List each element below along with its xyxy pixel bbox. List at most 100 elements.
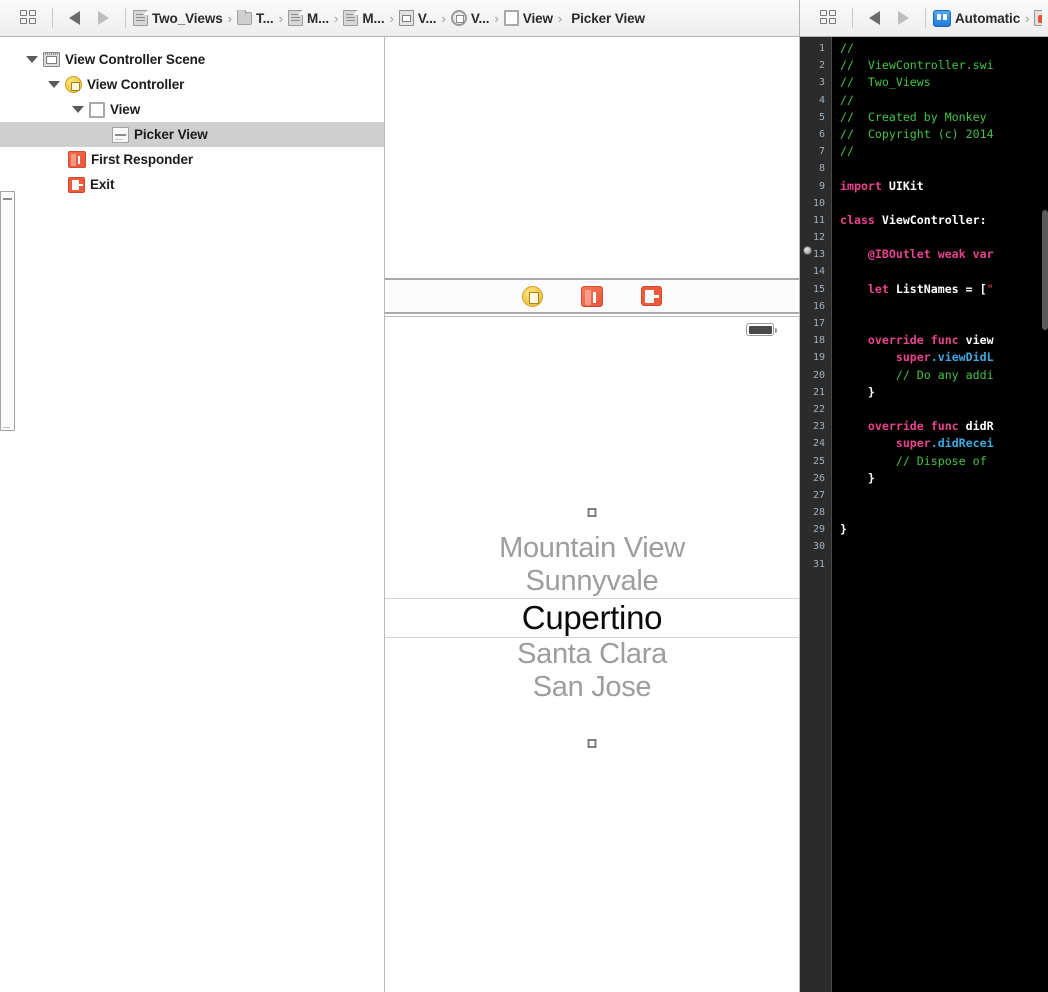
back-arrow-icon[interactable] xyxy=(869,11,880,25)
line-number: 27 xyxy=(812,489,825,501)
code-line[interactable]: // ViewController.swi xyxy=(840,57,1048,74)
disclosure-triangle-icon[interactable] xyxy=(72,106,84,113)
source-code-area[interactable]: // // ViewController.swi // Two_Views // // … xyxy=(832,37,1048,992)
forward-arrow-icon[interactable] xyxy=(98,11,109,25)
code-line[interactable] xyxy=(840,263,1048,280)
exit-icon[interactable] xyxy=(641,286,662,306)
breadcrumb-item-two-views[interactable]: Two_Views xyxy=(133,10,223,26)
jump-bar-editor[interactable]: Two_Views › T... › M... › M... › V... › … xyxy=(0,0,800,431)
breadcrumb-item-swift-file[interactable] xyxy=(1034,10,1042,26)
line-number: 2 xyxy=(818,60,825,72)
outline-item-view[interactable]: View xyxy=(0,97,384,122)
divider xyxy=(852,8,853,28)
breadcrumb: Automatic › xyxy=(933,9,1042,27)
line-number: 26 xyxy=(812,472,825,484)
code-line[interactable]: // Two_Views xyxy=(840,74,1048,91)
first-responder-icon[interactable] xyxy=(581,285,603,307)
breadcrumb-item-folder[interactable]: T... xyxy=(236,10,274,26)
code-line[interactable]: @IBOutlet weak var xyxy=(840,246,1048,263)
related-items-icon[interactable] xyxy=(820,10,837,26)
outline-item-first-responder[interactable]: First Responder xyxy=(0,147,384,172)
outline-item-exit[interactable]: Exit xyxy=(0,172,384,197)
picker-row[interactable]: San Jose xyxy=(385,671,799,704)
code-line[interactable]: // Created by Monkey xyxy=(840,109,1048,126)
code-line[interactable] xyxy=(840,229,1048,246)
code-token: // Dispose of xyxy=(840,453,994,468)
code-line[interactable]: super.didRecei xyxy=(840,435,1048,452)
line-number: 5 xyxy=(818,111,825,123)
code-line[interactable]: // Dispose of xyxy=(840,453,1048,470)
code-line[interactable]: class ViewController: xyxy=(840,212,1048,229)
code-line[interactable] xyxy=(840,195,1048,212)
code-editor[interactable]: 1 2 3 4 5 6 7 8 9 10 11 12 13 14 15 16 17 18 19 20 21 22 23 24 2… xyxy=(800,37,1048,992)
picker-row-selected[interactable]: Cupertino xyxy=(385,598,799,638)
breadcrumb-item-automatic[interactable]: Automatic xyxy=(933,9,1020,27)
disclosure-triangle-icon[interactable] xyxy=(26,56,38,63)
code-line[interactable] xyxy=(840,401,1048,418)
code-line[interactable] xyxy=(840,556,1048,573)
picker-row[interactable]: Mountain View xyxy=(385,532,799,565)
code-line[interactable]: } xyxy=(840,384,1048,401)
picker-row[interactable]: Sunnyvale xyxy=(385,565,799,598)
code-token: @IBOutlet weak var xyxy=(840,247,994,262)
code-token: // Created by Monkey xyxy=(840,109,987,124)
code-line[interactable]: let ListNames = [" xyxy=(840,281,1048,298)
document-icon xyxy=(343,10,359,26)
view-controller-icon[interactable] xyxy=(522,285,543,307)
code-line[interactable]: override func view xyxy=(840,332,1048,349)
code-line[interactable] xyxy=(840,504,1048,521)
code-line[interactable]: import UIKit xyxy=(840,178,1048,195)
code-line[interactable]: } xyxy=(840,521,1048,538)
related-items-icon[interactable] xyxy=(20,10,37,26)
code-line[interactable]: // Copyright (c) 2014 xyxy=(840,126,1048,143)
device-preview[interactable]: Mountain View Sunnyvale Cupertino Santa … xyxy=(385,316,799,992)
code-line[interactable]: override func didR xyxy=(840,418,1048,435)
code-line[interactable] xyxy=(840,315,1048,332)
line-number: 19 xyxy=(812,352,825,364)
first-responder-icon xyxy=(68,151,86,168)
swift-file-icon xyxy=(1034,10,1042,26)
outline-item-label: View xyxy=(110,102,141,117)
interface-builder-canvas[interactable]: Mountain View Sunnyvale Cupertino Santa … xyxy=(385,37,800,992)
code-line[interactable]: super.viewDidL xyxy=(840,349,1048,366)
breadcrumb-item-view-controller[interactable]: V... xyxy=(450,10,490,26)
breadcrumb-item-storyboard[interactable]: V... xyxy=(398,10,437,26)
line-number-gutter[interactable]: 1 2 3 4 5 6 7 8 9 10 11 12 13 14 15 16 17 18 19 20 21 22 23 24 2… xyxy=(800,37,832,992)
code-line[interactable]: // xyxy=(840,143,1048,160)
outline-item-picker-view[interactable]: Picker View xyxy=(0,122,384,147)
breadcrumb-item-m2[interactable]: M... xyxy=(343,10,385,26)
editor-scrollbar[interactable] xyxy=(1042,210,1048,330)
code-line[interactable]: } xyxy=(840,470,1048,487)
outline-item-view-controller[interactable]: View Controller xyxy=(0,72,384,97)
breadcrumb-item-view[interactable]: View xyxy=(503,10,553,26)
breadcrumb-item-m1[interactable]: M... xyxy=(287,10,329,26)
breadcrumb-item-picker-view[interactable]: Picker View xyxy=(0,11,645,431)
fold-marker-icon[interactable] xyxy=(803,246,812,255)
resize-handle-top[interactable] xyxy=(587,508,597,517)
jump-bar-assistant[interactable]: Automatic › xyxy=(800,0,1048,37)
back-arrow-icon[interactable] xyxy=(69,11,80,25)
code-line[interactable] xyxy=(840,487,1048,504)
forward-arrow-icon[interactable] xyxy=(898,11,909,25)
code-line[interactable] xyxy=(840,538,1048,555)
code-token: // Copyright (c) 2014 xyxy=(840,126,994,141)
disclosure-triangle-icon[interactable] xyxy=(48,81,60,88)
code-line[interactable] xyxy=(840,160,1048,177)
code-token: // Two_Views xyxy=(840,75,931,90)
code-line[interactable]: // xyxy=(840,92,1048,109)
storyboard-icon xyxy=(398,10,414,26)
outline-item-view-controller-scene[interactable]: View Controller Scene xyxy=(0,47,384,72)
resize-handle-bottom[interactable] xyxy=(587,739,597,748)
exit-icon xyxy=(68,176,85,193)
code-line[interactable] xyxy=(840,298,1048,315)
document-outline[interactable]: View Controller Scene View Controller Vi… xyxy=(0,37,385,992)
picker-row[interactable]: Santa Clara xyxy=(385,638,799,671)
line-number: 10 xyxy=(812,197,825,209)
code-token: = [ xyxy=(965,281,987,296)
scene-dock[interactable] xyxy=(385,278,799,314)
line-number: 31 xyxy=(812,558,825,570)
view-controller-icon xyxy=(65,76,82,93)
picker-view[interactable]: Mountain View Sunnyvale Cupertino Santa … xyxy=(385,508,799,748)
code-line[interactable]: // xyxy=(840,40,1048,57)
code-line[interactable]: // Do any addi xyxy=(840,367,1048,384)
